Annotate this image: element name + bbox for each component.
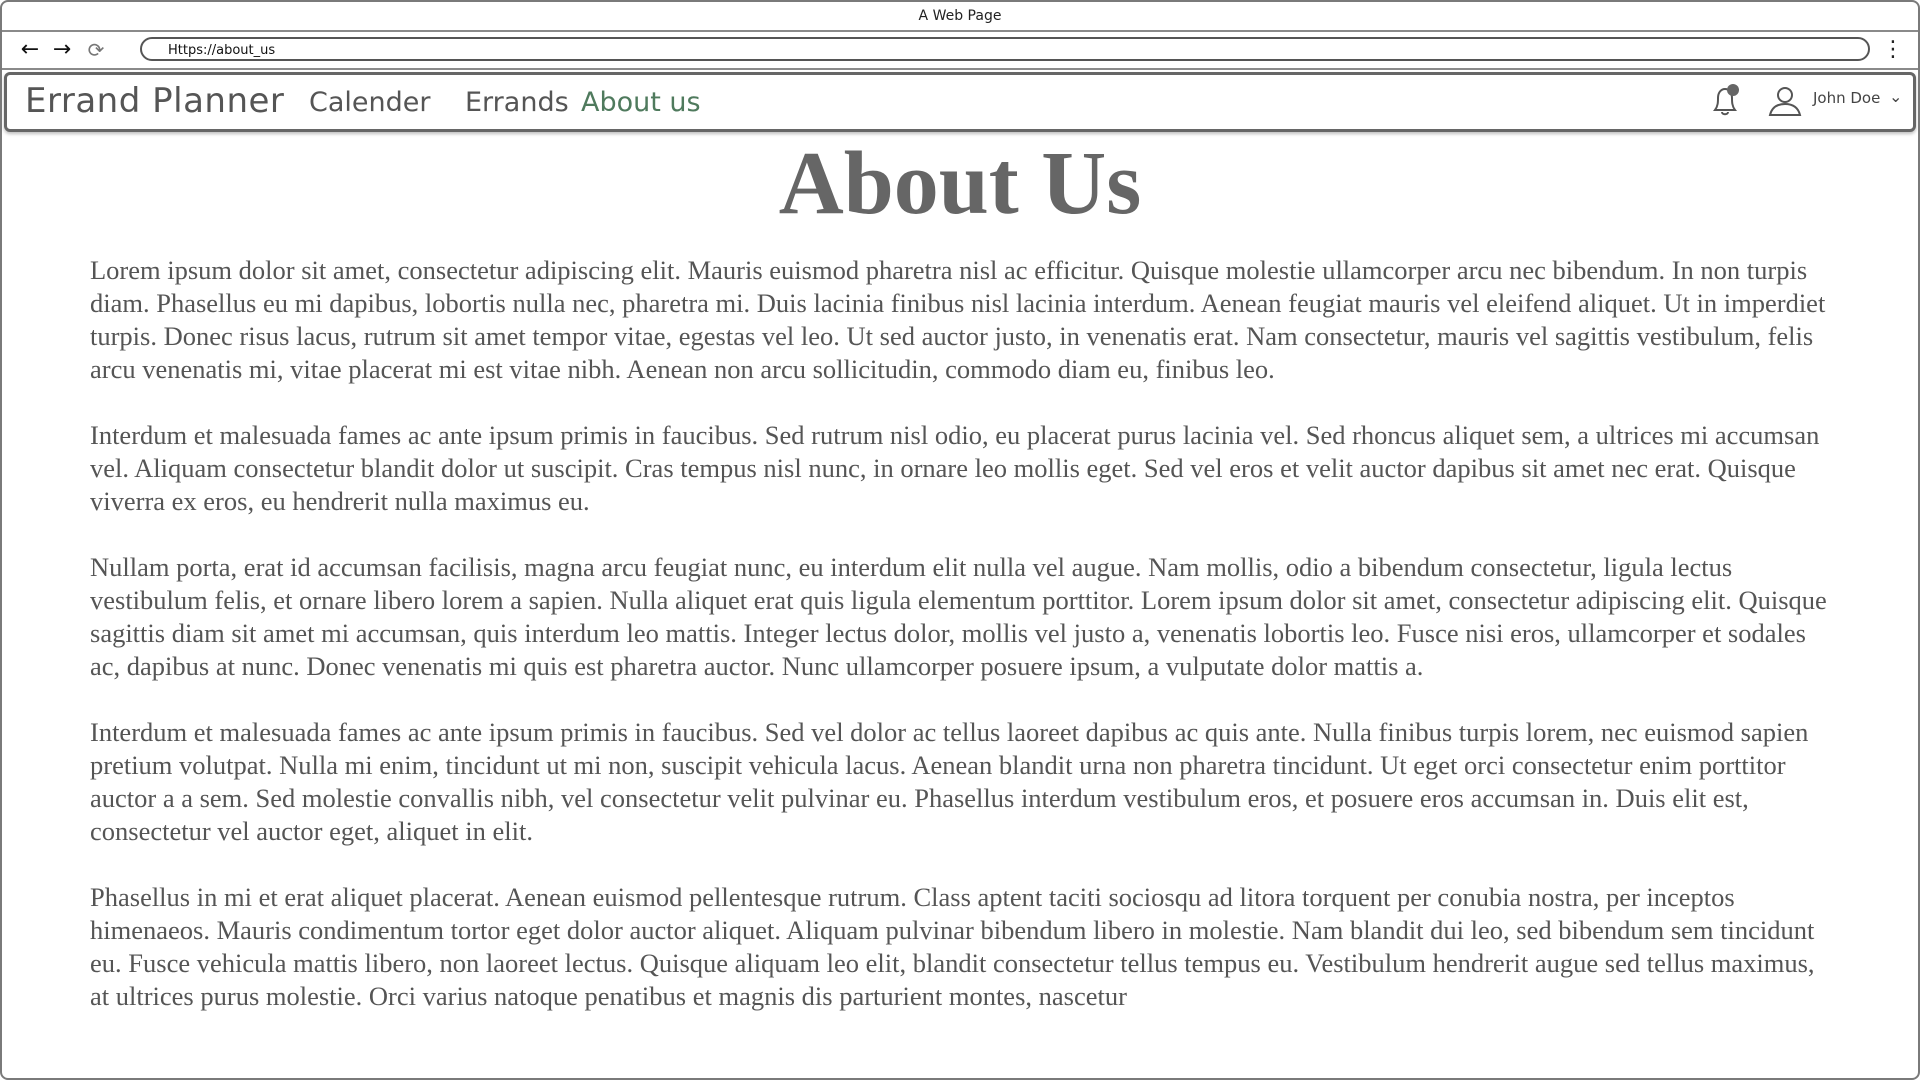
arrow-left-icon[interactable]: ← <box>18 38 42 62</box>
main-content: About Us Lorem ipsum dolor sit amet, con… <box>2 134 1918 1013</box>
window-title: A Web Page <box>2 2 1918 32</box>
paragraph: Interdum et malesuada fames ac ante ipsu… <box>90 420 1820 516</box>
page-title: About Us <box>778 134 1142 233</box>
user-icon[interactable] <box>1767 83 1803 119</box>
nav-link-calender[interactable]: Calender <box>309 87 430 118</box>
chevron-down-icon[interactable]: ⌄ <box>1889 87 1902 106</box>
url-input[interactable]: Https://about_us <box>140 37 1870 61</box>
paragraph: Interdum et malesuada fames ac ante ipsu… <box>90 717 1809 846</box>
arrow-right-icon[interactable]: → <box>50 38 74 62</box>
user-name[interactable]: John Doe <box>1813 89 1880 107</box>
paragraph: Nullam porta, erat id accumsan facilisis… <box>90 552 1827 681</box>
reload-icon[interactable]: ⟳ <box>84 38 108 62</box>
paragraph: Lorem ipsum dolor sit amet, consectetur … <box>90 255 1826 384</box>
browser-window: A Web Page ← → ⟳ Https://about_us ⋮ Erra… <box>0 0 1920 1080</box>
brand-logo[interactable]: Errand Planner <box>25 81 284 121</box>
top-navbar: Errand Planner Calender Errands About us… <box>4 72 1916 132</box>
nav-link-errands[interactable]: Errands <box>465 87 569 118</box>
address-bar: ← → ⟳ Https://about_us ⋮ <box>2 32 1918 70</box>
nav-link-about-us[interactable]: About us <box>581 87 701 118</box>
paragraph: Phasellus in mi et erat aliquet placerat… <box>90 882 1815 1011</box>
kebab-menu-icon[interactable]: ⋮ <box>1882 38 1904 62</box>
bell-icon[interactable] <box>1707 83 1747 119</box>
